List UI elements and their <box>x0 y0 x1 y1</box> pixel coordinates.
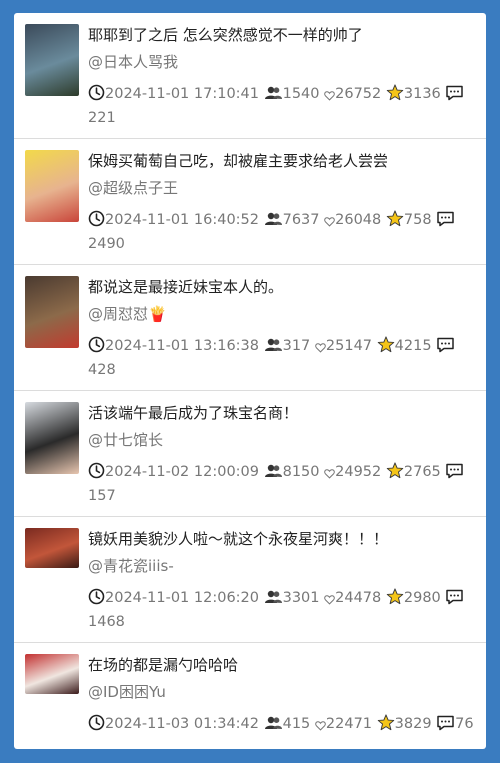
clock-icon <box>88 210 105 234</box>
author-badge-icon: 🍟 <box>148 305 167 323</box>
post-title[interactable]: 活该端午最后成为了珠宝名商！ <box>88 403 298 423</box>
like-count: 22471 <box>325 716 373 732</box>
post-thumbnail[interactable] <box>25 276 79 348</box>
post-meta: 2024-11-03 01:34:42 415 22471 3829 76 <box>88 714 478 738</box>
star-icon <box>377 336 395 360</box>
post-meta: 2024-11-01 17:10:41 1540 26752 3136 221 <box>88 84 478 129</box>
comment-icon <box>445 85 464 108</box>
viewer-count: 317 <box>282 338 311 354</box>
heart-icon <box>324 591 335 612</box>
like-count: 24478 <box>335 590 382 606</box>
post-meta: 2024-11-01 12:06:20 3301 24478 2980 1468 <box>88 588 478 633</box>
post-meta: 2024-11-01 13:16:38 317 25147 4215 428 <box>88 336 478 381</box>
star-icon <box>386 588 404 612</box>
post-thumbnail[interactable] <box>25 402 79 474</box>
heart-icon <box>324 213 335 234</box>
viewers-icon <box>264 589 283 612</box>
comment-icon <box>436 715 455 738</box>
star-count: 2765 <box>403 464 441 480</box>
post-time: 2024-11-01 13:16:38 <box>105 338 259 354</box>
comment-icon <box>445 463 464 486</box>
comment-icon <box>436 211 455 234</box>
post-title[interactable]: 保姆买葡萄自己吃，却被雇主要求给老人尝尝 <box>88 151 388 171</box>
post-card[interactable]: 活该端午最后成为了珠宝名商！ @廿七馆长 2024-11-02 12:00:09 8… <box>14 391 486 517</box>
post-author-row[interactable]: @廿七馆长 <box>88 430 163 450</box>
comment-count: 157 <box>88 488 116 504</box>
star-count: 4215 <box>394 338 432 354</box>
viewer-count: 1540 <box>282 86 320 102</box>
viewers-icon <box>264 85 283 108</box>
post-thumbnail[interactable] <box>25 528 79 568</box>
post-author[interactable]: @ID困困Yu <box>88 683 166 701</box>
post-card[interactable]: 在场的都是漏勺哈哈哈 @ID困困Yu 2024-11-03 01:34:42 415… <box>14 643 486 749</box>
viewers-icon <box>264 463 283 486</box>
post-author[interactable]: @周怼怼 <box>88 305 148 323</box>
post-title[interactable]: 镜妖用美貌沙人啦～就这个永夜星河爽！！！ <box>88 529 388 549</box>
viewer-count: 8150 <box>282 464 320 480</box>
post-time: 2024-11-01 16:40:52 <box>105 212 259 228</box>
post-author-row[interactable]: @超级点子王 <box>88 178 178 198</box>
viewers-icon <box>264 715 283 738</box>
clock-icon <box>88 336 105 360</box>
post-card[interactable]: 耶耶到了之后 怎么突然感觉不一样的帅了 @日本人骂我 2024-11-01 17:1… <box>14 13 486 139</box>
like-count: 26752 <box>335 86 382 102</box>
post-author-row[interactable]: @周怼怼🍟 <box>88 304 167 324</box>
clock-icon <box>88 462 105 486</box>
post-card[interactable]: 都说这是最接近妹宝本人的。 @周怼怼🍟 2024-11-01 13:16:38 31… <box>14 265 486 391</box>
post-meta: 2024-11-01 16:40:52 7637 26048 758 2490 <box>88 210 478 255</box>
post-time: 2024-11-01 17:10:41 <box>105 86 259 102</box>
star-count: 2980 <box>403 590 441 606</box>
video-list-panel: 耶耶到了之后 怎么突然感觉不一样的帅了 @日本人骂我 2024-11-01 17:1… <box>14 13 486 749</box>
star-icon <box>386 84 404 108</box>
star-count: 758 <box>403 212 432 228</box>
comment-icon <box>445 589 464 612</box>
post-title[interactable]: 都说这是最接近妹宝本人的。 <box>88 277 283 297</box>
comment-count: 428 <box>88 362 116 378</box>
post-thumbnail[interactable] <box>25 150 79 222</box>
comment-count: 221 <box>88 110 116 126</box>
star-count: 3829 <box>394 716 432 732</box>
star-icon <box>386 462 404 486</box>
like-count: 24952 <box>335 464 382 480</box>
post-meta: 2024-11-02 12:00:09 8150 24952 2765 157 <box>88 462 478 507</box>
post-title[interactable]: 耶耶到了之后 怎么突然感觉不一样的帅了 <box>88 25 363 45</box>
viewer-count: 415 <box>282 716 311 732</box>
post-title[interactable]: 在场的都是漏勺哈哈哈 <box>88 655 238 675</box>
star-icon <box>377 714 395 738</box>
comment-count: 1468 <box>88 614 125 630</box>
viewer-count: 3301 <box>282 590 320 606</box>
heart-icon <box>315 717 326 738</box>
post-card[interactable]: 保姆买葡萄自己吃，却被雇主要求给老人尝尝 @超级点子王 2024-11-01 16:… <box>14 139 486 265</box>
post-card[interactable]: 镜妖用美貌沙人啦～就这个永夜星河爽！！！ @青花瓷iiis- 2024-11-01 … <box>14 517 486 643</box>
post-time: 2024-11-01 12:06:20 <box>105 590 259 606</box>
comment-count: 76 <box>455 716 474 732</box>
post-author[interactable]: @青花瓷iiis- <box>88 557 174 575</box>
post-time: 2024-11-03 01:34:42 <box>105 716 259 732</box>
post-thumbnail[interactable] <box>25 24 79 96</box>
post-author-row[interactable]: @ID困困Yu <box>88 682 166 702</box>
like-count: 25147 <box>325 338 373 354</box>
post-author[interactable]: @超级点子王 <box>88 179 178 197</box>
clock-icon <box>88 84 105 108</box>
post-author-row[interactable]: @青花瓷iiis- <box>88 556 174 576</box>
comment-icon <box>436 337 455 360</box>
post-thumbnail[interactable] <box>25 654 79 694</box>
star-count: 3136 <box>403 86 441 102</box>
viewer-count: 7637 <box>282 212 320 228</box>
heart-icon <box>315 339 326 360</box>
heart-icon <box>324 87 335 108</box>
clock-icon <box>88 714 105 738</box>
viewers-icon <box>264 337 283 360</box>
heart-icon <box>324 465 335 486</box>
post-author-row[interactable]: @日本人骂我 <box>88 52 178 72</box>
post-author[interactable]: @日本人骂我 <box>88 53 178 71</box>
star-icon <box>386 210 404 234</box>
post-author[interactable]: @廿七馆长 <box>88 431 163 449</box>
like-count: 26048 <box>335 212 382 228</box>
clock-icon <box>88 588 105 612</box>
comment-count: 2490 <box>88 236 125 252</box>
viewers-icon <box>264 211 283 234</box>
post-time: 2024-11-02 12:00:09 <box>105 464 259 480</box>
